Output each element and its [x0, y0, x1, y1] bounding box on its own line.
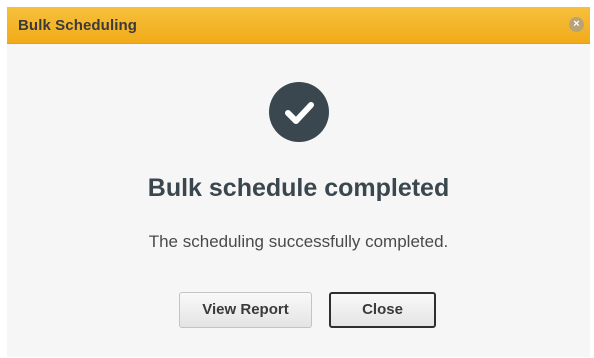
- completion-message: The scheduling successfully completed.: [148, 232, 449, 251]
- completion-heading: Bulk schedule completed: [147, 174, 450, 202]
- check-icon: [269, 82, 329, 142]
- dialog-title: Bulk Scheduling: [18, 17, 138, 34]
- close-button[interactable]: Close: [329, 292, 436, 328]
- dialog-titlebar: Bulk Scheduling ×: [7, 7, 590, 44]
- view-report-button[interactable]: View Report: [179, 292, 312, 328]
- dialog-content: Bulk schedule completed The scheduling s…: [7, 44, 590, 357]
- close-icon[interactable]: ×: [569, 17, 584, 32]
- bulk-scheduling-dialog: Bulk Scheduling × Bulk schedule complete…: [7, 7, 590, 357]
